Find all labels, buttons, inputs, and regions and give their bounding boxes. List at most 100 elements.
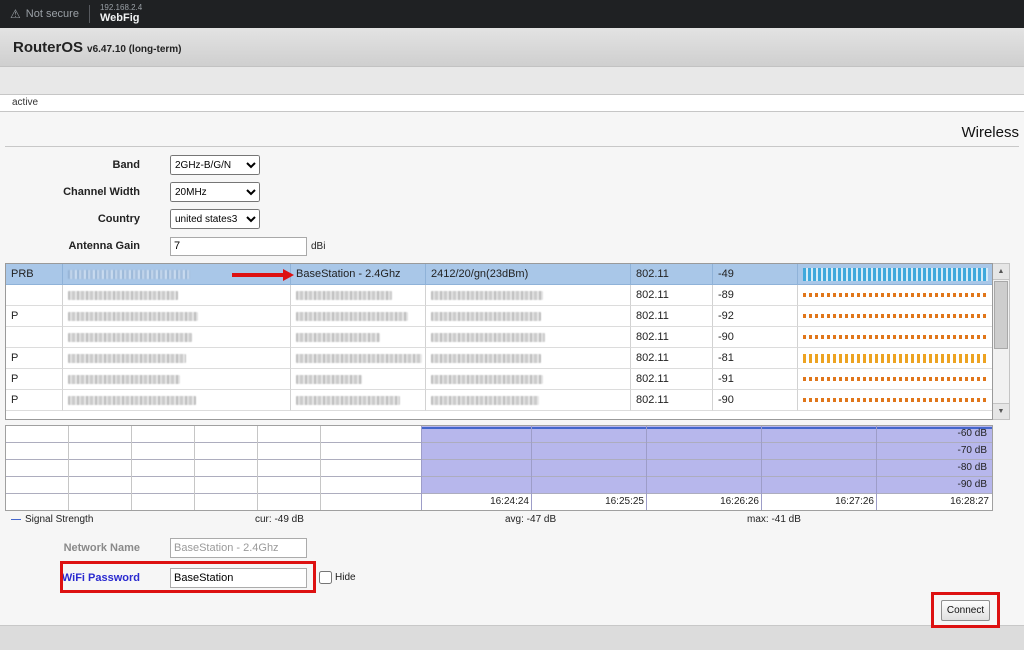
row-ssid-redacted — [291, 306, 426, 327]
scroll-down-icon[interactable]: ▼ — [993, 403, 1009, 419]
legend-avg: avg: -47 dB — [505, 514, 556, 525]
connect-row: Connect — [5, 591, 1019, 629]
row-mac-redacted — [63, 306, 291, 327]
row-channel-redacted — [426, 285, 631, 306]
wifi-password-input[interactable] — [170, 568, 307, 588]
routeros-brand: RouterOS — [13, 39, 83, 56]
row-protocol: 802.11 — [631, 306, 713, 327]
row-channel: 2412/20/gn(23dBm) — [426, 264, 631, 285]
signal-bars — [798, 264, 992, 285]
x-axis-label: 16:27:26 — [814, 496, 874, 507]
table-row[interactable]: P 802.11 -92 — [6, 306, 992, 327]
wifi-password-row: WiFi Password Hide — [5, 567, 1019, 588]
signal-bars — [798, 348, 992, 369]
page-title: Wireless — [5, 112, 1019, 147]
row-flags: P — [6, 369, 63, 390]
legend-line-icon: — — [11, 514, 21, 525]
legend-signal-strength: —Signal Strength — [11, 514, 93, 525]
channel-width-select[interactable]: 20MHz — [170, 182, 260, 202]
row-ssid-redacted — [291, 348, 426, 369]
row-mac-redacted — [63, 390, 291, 411]
network-name-input — [170, 538, 307, 558]
hide-label: Hide — [335, 572, 356, 583]
x-axis-label: 16:24:24 — [469, 496, 529, 507]
y-axis-label: -80 dB — [927, 462, 987, 477]
table-row[interactable]: 802.11 -90 — [6, 327, 992, 348]
connect-button[interactable]: Connect — [941, 600, 990, 621]
signal-bars — [798, 390, 992, 411]
not-secure-warning-icon: ⚠ — [10, 7, 21, 21]
routeros-header: RouterOS v6.47.10 (long-term) — [0, 28, 1024, 66]
row-mac-redacted — [63, 369, 291, 390]
legend-cur: cur: -49 dB — [255, 514, 304, 525]
row-signal: -81 — [713, 348, 798, 369]
not-secure-label: Not secure — [26, 8, 79, 20]
row-flags: P — [6, 348, 63, 369]
scroll-up-icon[interactable]: ▲ — [993, 264, 1009, 280]
row-protocol: 802.11 — [631, 390, 713, 411]
signal-bars — [798, 369, 992, 390]
band-select[interactable]: 2GHz-B/G/N — [170, 155, 260, 175]
divider — [89, 5, 90, 23]
signal-bars — [798, 327, 992, 348]
row-ssid-redacted — [291, 327, 426, 348]
row-signal: -92 — [713, 306, 798, 327]
row-ssid-redacted — [291, 390, 426, 411]
row-ssid: BaseStation - 2.4Ghz — [291, 264, 426, 285]
row-signal: -90 — [713, 390, 798, 411]
webfig-title: WebFig — [100, 12, 142, 25]
annotation-arrow — [232, 269, 294, 281]
channel-width-label: Channel Width — [5, 186, 140, 198]
table-row-selected[interactable]: PRB BaseStation - 2.4Ghz 2412/20/gn(23dB… — [6, 264, 992, 285]
row-protocol: 802.11 — [631, 369, 713, 390]
chart-legend: —Signal Strength cur: -49 dB avg: -47 dB… — [5, 514, 993, 528]
wifi-password-label: WiFi Password — [5, 572, 140, 584]
row-protocol: 802.11 — [631, 264, 713, 285]
row-ssid-redacted — [291, 285, 426, 306]
row-flags: P — [6, 306, 63, 327]
url-text[interactable]: 192.168.2.4 — [100, 3, 142, 12]
hide-password-checkbox[interactable] — [319, 571, 332, 584]
signal-line — [421, 427, 992, 429]
row-flags — [6, 285, 63, 306]
chart-highlight-region — [421, 426, 992, 494]
table-row[interactable]: P 802.11 -81 — [6, 348, 992, 369]
antenna-gain-unit: dBi — [311, 241, 325, 252]
row-ssid-redacted — [291, 369, 426, 390]
scan-table: PRB BaseStation - 2.4Ghz 2412/20/gn(23dB… — [5, 263, 993, 420]
row-channel-redacted — [426, 327, 631, 348]
antenna-gain-input[interactable] — [170, 237, 307, 256]
row-signal: -91 — [713, 369, 798, 390]
row-channel-redacted — [426, 390, 631, 411]
network-name-label: Network Name — [5, 542, 140, 554]
country-label: Country — [5, 213, 140, 225]
row-channel-redacted — [426, 348, 631, 369]
x-axis-label: 16:26:26 — [699, 496, 759, 507]
scrollbar-thumb[interactable] — [994, 281, 1008, 349]
status-bar: active — [0, 94, 1024, 112]
x-axis-label: 16:25:25 — [584, 496, 644, 507]
row-protocol: 802.11 — [631, 285, 713, 306]
row-signal: -49 — [713, 264, 798, 285]
network-name-row: Network Name — [5, 537, 1019, 558]
country-select[interactable]: united states3 — [170, 209, 260, 229]
table-scrollbar[interactable]: ▲ ▼ — [993, 263, 1010, 420]
table-row[interactable]: P 802.11 -90 — [6, 390, 992, 411]
y-axis-label: -60 dB — [927, 428, 987, 443]
row-protocol: 802.11 — [631, 327, 713, 348]
row-protocol: 802.11 — [631, 348, 713, 369]
main-content: Wireless Band 2GHz-B/G/N Channel Width 2… — [0, 112, 1024, 625]
row-signal: -90 — [713, 327, 798, 348]
y-axis-label: -90 dB — [927, 479, 987, 494]
row-mac-redacted — [63, 348, 291, 369]
row-mac-redacted — [63, 285, 291, 306]
table-row[interactable]: P 802.11 -91 — [6, 369, 992, 390]
band-label: Band — [5, 159, 140, 171]
row-signal: -89 — [713, 285, 798, 306]
table-row[interactable]: 802.11 -89 — [6, 285, 992, 306]
header-subbar — [0, 66, 1024, 94]
signal-bars — [798, 306, 992, 327]
y-axis-label: -70 dB — [927, 445, 987, 460]
row-mac-redacted — [63, 327, 291, 348]
signal-strength-chart: -60 dB -70 dB -80 dB -90 dB 16:24:24 16:… — [5, 425, 993, 511]
